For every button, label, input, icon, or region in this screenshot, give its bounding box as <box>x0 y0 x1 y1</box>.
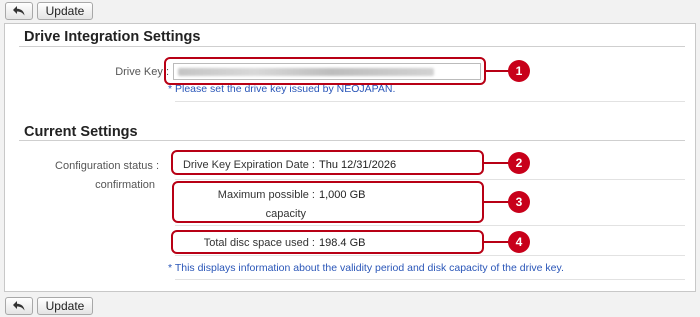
section-divider <box>19 46 685 47</box>
settings-panel: Drive Integration Settings Drive Key : *… <box>4 23 696 292</box>
top-toolbar: Update <box>0 0 700 22</box>
row-divider <box>175 255 685 256</box>
update-button[interactable]: Update <box>37 297 93 315</box>
callout-connector-4 <box>482 241 510 243</box>
callout-connector-1 <box>484 70 510 72</box>
current-settings-note: * This displays information about the va… <box>168 262 564 274</box>
back-button[interactable] <box>5 297 33 315</box>
drive-key-label: Drive Key : <box>115 66 169 78</box>
current-settings-title: Current Settings <box>24 124 138 140</box>
callout-number-4: 4 <box>508 231 530 253</box>
back-arrow-icon <box>13 301 25 311</box>
back-button[interactable] <box>5 2 33 20</box>
configuration-status-label-line2: confirmation <box>95 179 155 191</box>
callout-number-3: 3 <box>508 191 530 213</box>
update-button[interactable]: Update <box>37 2 93 20</box>
row-divider <box>175 225 685 226</box>
configuration-status-label: Configuration status : <box>55 160 159 172</box>
callout-box-1 <box>164 57 486 85</box>
section-divider <box>19 140 685 141</box>
bottom-toolbar: Update <box>0 295 700 317</box>
callout-connector-3 <box>482 201 510 203</box>
callout-box-4 <box>171 230 484 254</box>
row-divider <box>175 279 685 280</box>
back-arrow-icon <box>13 6 25 16</box>
row-divider <box>175 101 685 102</box>
callout-connector-2 <box>482 162 510 164</box>
callout-number-1: 1 <box>508 60 530 82</box>
drive-integration-title: Drive Integration Settings <box>24 29 201 45</box>
callout-box-2 <box>171 150 484 175</box>
row-divider <box>175 179 685 180</box>
callout-number-2: 2 <box>508 152 530 174</box>
callout-box-3 <box>172 181 484 223</box>
